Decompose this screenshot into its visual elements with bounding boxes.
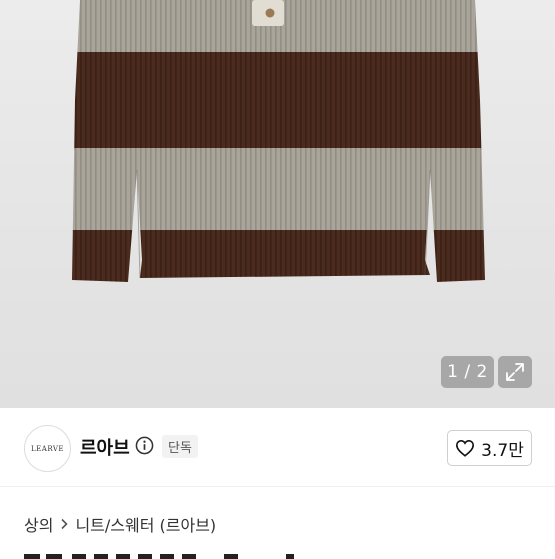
image-counter: 1 / 2 [441,356,494,388]
like-count: 3.7만 [481,440,524,461]
store-bar: LEARVE 르아브 단독 3.7만 [0,408,555,486]
product-image-gallery[interactable]: 1 / 2 [0,0,555,408]
info-icon[interactable] [135,436,154,455]
breadcrumb-item-category[interactable]: 상의 [24,512,53,536]
expand-icon [506,363,524,381]
product-title-cutoff [24,547,294,559]
store-name[interactable]: 르아브 [80,434,130,460]
breadcrumb: 상의 니트/스웨터 (르아브) [24,512,216,536]
store-logo[interactable]: LEARVE [24,425,71,472]
product-image [72,0,485,282]
heart-icon [456,439,475,457]
expand-button[interactable] [498,356,532,388]
breadcrumb-item-subcategory[interactable]: 니트/스웨터 (르아브) [75,512,216,536]
store-logo-text: LEARVE [31,444,64,453]
chevron-right-icon [61,518,69,530]
exclusive-badge: 단독 [162,435,198,458]
like-button[interactable]: 3.7만 [447,430,532,466]
divider [0,486,555,487]
